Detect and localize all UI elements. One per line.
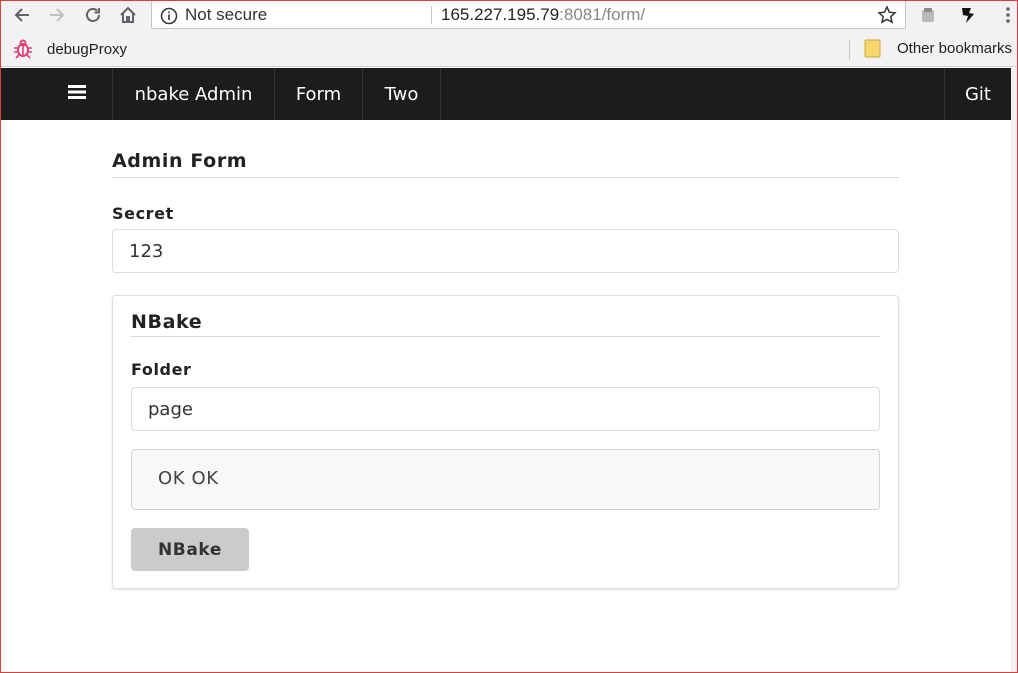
browser-toolbar: Not secure 165.227.195.79:8081/form/ xyxy=(0,0,1018,31)
home-icon[interactable] xyxy=(116,3,140,27)
star-icon[interactable] xyxy=(877,5,897,30)
address-bar[interactable]: Not secure 165.227.195.79:8081/form/ xyxy=(151,0,906,29)
status-message: OK OK xyxy=(131,449,880,510)
bookmark-other[interactable]: Other bookmarks xyxy=(864,39,1012,58)
url-host: 165.227.195.79 xyxy=(441,5,560,24)
folder-icon xyxy=(864,39,881,58)
scrollbar[interactable] xyxy=(1011,68,1018,673)
hamburger-menu-button[interactable] xyxy=(1,68,113,120)
site-navbar: nbake Admin Form Two Git xyxy=(1,68,1011,120)
nav-item-git[interactable]: Git xyxy=(944,68,1011,120)
page-title: Admin Form xyxy=(112,150,899,178)
extension-icon[interactable] xyxy=(916,3,940,27)
url-path: :8081/form/ xyxy=(559,5,646,24)
url-text[interactable]: 165.227.195.79:8081/form/ xyxy=(441,5,645,25)
nav-item-two[interactable]: Two xyxy=(363,68,441,120)
folder-label: Folder xyxy=(131,360,192,379)
hamburger-icon xyxy=(67,84,86,105)
nbake-section: NBake Folder OK OK NBake xyxy=(112,295,899,589)
back-icon[interactable] xyxy=(10,3,34,27)
nbake-button[interactable]: NBake xyxy=(131,528,249,571)
secret-label: Secret xyxy=(112,204,174,223)
extension-icon[interactable] xyxy=(956,3,980,27)
reload-icon[interactable] xyxy=(81,3,105,27)
folder-input[interactable] xyxy=(131,387,880,431)
forward-icon[interactable] xyxy=(45,3,69,27)
section-title: NBake xyxy=(131,311,880,337)
admin-form: Admin Form Secret NBake Folder OK OK NBa… xyxy=(112,150,899,589)
omnibox-divider xyxy=(431,6,432,24)
nav-item-label: Form xyxy=(295,83,342,105)
info-icon[interactable] xyxy=(160,7,178,30)
nav-item-label: Git xyxy=(964,83,991,105)
bookmark-label: Other bookmarks xyxy=(897,40,1013,57)
bookmark-label: debugProxy xyxy=(47,40,128,58)
secret-input[interactable] xyxy=(112,229,899,273)
bookmarks-divider xyxy=(849,40,850,60)
nav-item-label: Two xyxy=(384,83,419,105)
menu-dots-icon[interactable] xyxy=(996,3,1018,27)
bookmarks-bar: debugProxy Other bookmarks xyxy=(0,31,1018,67)
nav-item-label: nbake Admin xyxy=(134,83,253,105)
nav-item-nbake-admin[interactable]: nbake Admin xyxy=(113,68,275,120)
bookmark-debugproxy[interactable]: debugProxy xyxy=(12,39,127,59)
bug-icon xyxy=(12,39,34,59)
security-label: Not secure xyxy=(185,5,268,24)
nav-item-form[interactable]: Form xyxy=(275,68,363,120)
